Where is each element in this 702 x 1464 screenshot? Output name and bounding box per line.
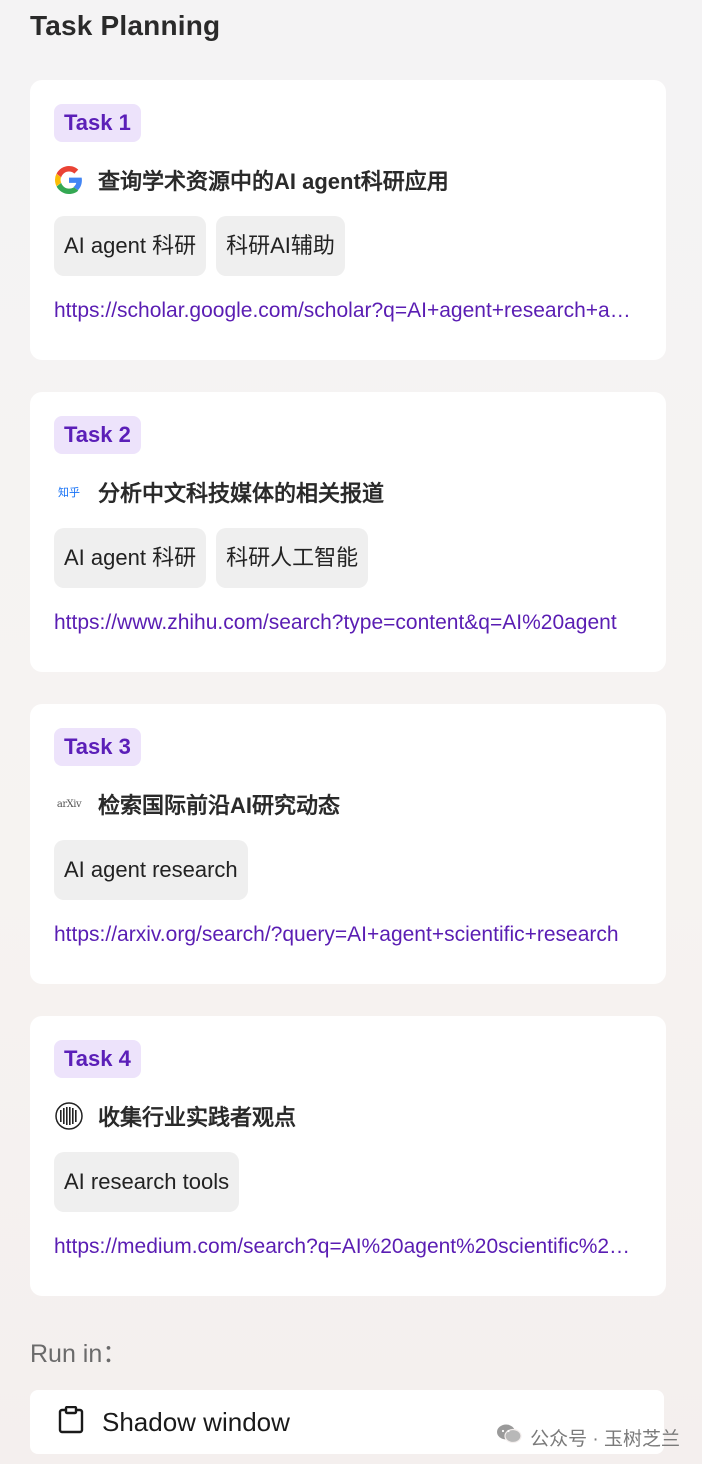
task-card-2[interactable]: Task 2 知乎 分析中文科技媒体的相关报道 AI agent 科研 科研人工…: [30, 392, 666, 672]
task-badge: Task 2: [54, 416, 141, 454]
keyword-tag[interactable]: 科研人工智能: [216, 528, 369, 588]
task-title: 检索国际前沿AI研究动态: [98, 793, 341, 818]
task-url-link[interactable]: https://arxiv.org/search/?query=AI+agent…: [54, 922, 640, 948]
task-url-link[interactable]: https://medium.com/search?q=AI%20agent%2…: [54, 1234, 640, 1260]
task-planning-page: Task Planning Task 1 查询学术资源中的AI agent科研应…: [0, 0, 702, 1464]
task-badge: Task 4: [54, 1040, 141, 1078]
clipboard-icon: [58, 1405, 84, 1439]
medium-icon: [54, 1101, 84, 1131]
task-title: 查询学术资源中的AI agent科研应用: [98, 169, 449, 194]
google-icon: [54, 165, 84, 195]
task-title-row: arXiv 检索国际前沿AI研究动态: [54, 788, 642, 820]
watermark: 公众号 · 玉树芝兰: [496, 1423, 680, 1451]
task-card-4[interactable]: Task 4 收集行业实践者观点 AI research tools https…: [30, 1016, 666, 1296]
arxiv-icon: arXiv: [56, 798, 82, 810]
task-title: 分析中文科技媒体的相关报道: [98, 481, 385, 506]
tag-list: AI agent 科研 科研人工智能: [54, 528, 642, 588]
task-url-link[interactable]: https://scholar.google.com/scholar?q=AI+…: [54, 298, 640, 324]
keyword-tag[interactable]: AI research tools: [54, 1152, 240, 1212]
tag-list: AI agent 科研 科研AI辅助: [54, 216, 642, 276]
keyword-tag[interactable]: AI agent 科研: [54, 216, 207, 276]
task-title-row: 查询学术资源中的AI agent科研应用: [54, 164, 642, 196]
task-title-row: 收集行业实践者观点: [54, 1100, 642, 1132]
keyword-tag[interactable]: AI agent research: [54, 840, 248, 900]
task-card-3[interactable]: Task 3 arXiv 检索国际前沿AI研究动态 AI agent resea…: [30, 704, 666, 984]
run-in-label: Run in：: [30, 1340, 128, 1368]
tag-list: AI agent research: [54, 840, 642, 900]
page-title: Task Planning: [30, 10, 221, 41]
task-card-1[interactable]: Task 1 查询学术资源中的AI agent科研应用 AI agent 科研 …: [30, 80, 666, 360]
task-url-link[interactable]: https://www.zhihu.com/search?type=conten…: [54, 610, 640, 636]
task-badge: Task 1: [54, 104, 141, 142]
keyword-tag[interactable]: AI agent 科研: [54, 528, 207, 588]
zhihu-icon: 知乎: [58, 486, 80, 499]
task-title: 收集行业实践者观点: [98, 1105, 297, 1130]
wechat-icon: [496, 1423, 522, 1451]
shadow-window-label: Shadow window: [102, 1406, 290, 1437]
keyword-tag[interactable]: 科研AI辅助: [216, 216, 345, 276]
task-title-row: 知乎 分析中文科技媒体的相关报道: [54, 476, 642, 508]
watermark-text: 公众号 · 玉树芝兰: [530, 1428, 680, 1450]
task-badge: Task 3: [54, 728, 141, 766]
tag-list: AI research tools: [54, 1152, 642, 1212]
